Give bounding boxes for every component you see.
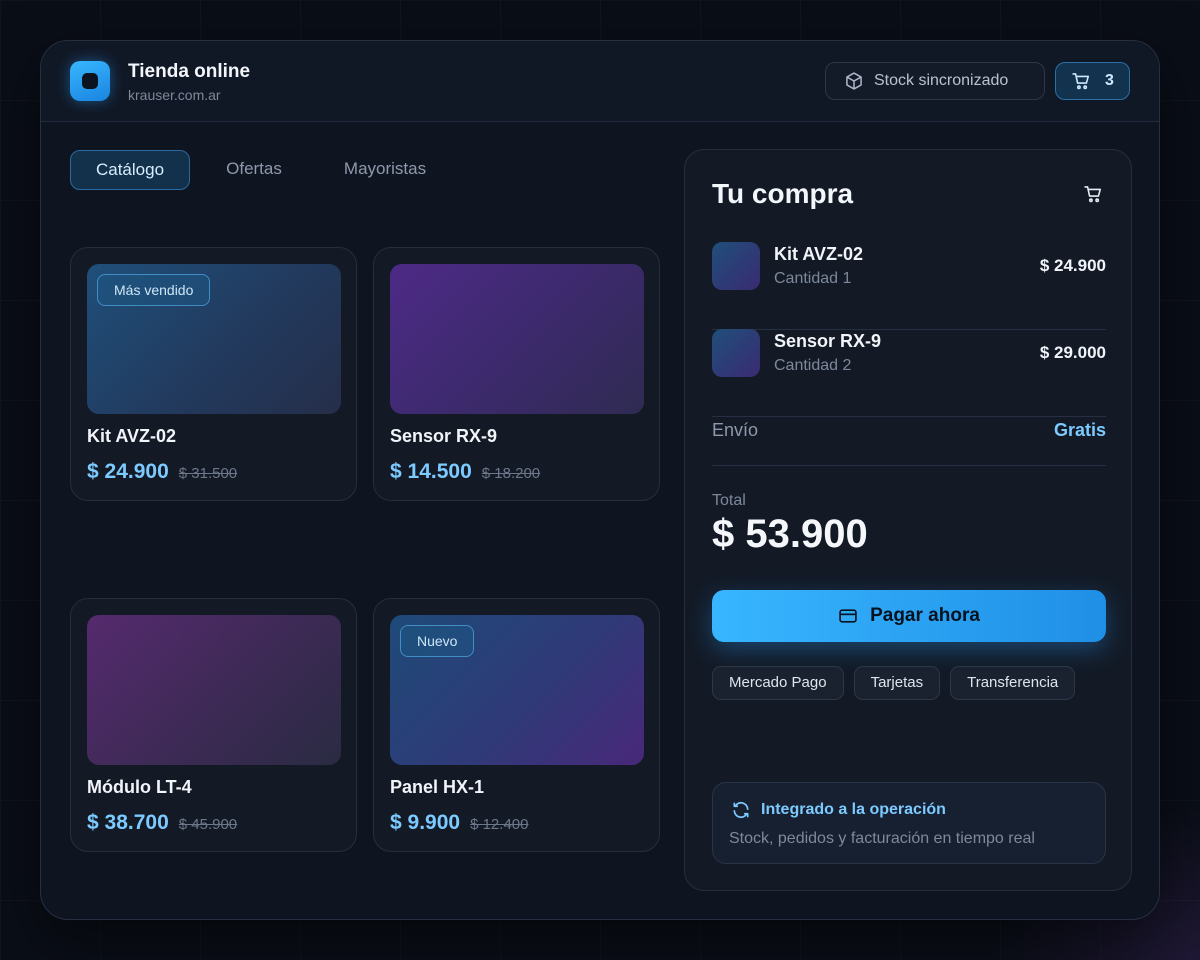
cart-line-item: Kit AVZ-02 Cantidad 1 $ 24.900 bbox=[712, 242, 1106, 330]
product-old-price: $ 31.500 bbox=[178, 465, 238, 482]
product-card[interactable]: Nuevo Panel HX-1 $ 9.900 $ 12.400 bbox=[373, 598, 660, 852]
sync-icon bbox=[731, 800, 751, 820]
tab-ofertas[interactable]: Ofertas bbox=[200, 150, 308, 190]
store-name: Tienda online bbox=[128, 61, 251, 82]
line-item-quantity: Cantidad 1 bbox=[774, 270, 852, 287]
product-image bbox=[87, 615, 341, 765]
cart-line-item: Sensor RX-9 Cantidad 2 $ 29.000 bbox=[712, 329, 1106, 417]
total-value: $ 53.900 bbox=[712, 512, 868, 556]
line-item-price: $ 24.900 bbox=[1039, 256, 1106, 275]
line-item-name: Sensor RX-9 bbox=[774, 331, 882, 351]
product-name: Panel HX-1 bbox=[390, 777, 485, 797]
product-name: Kit AVZ-02 bbox=[87, 426, 177, 446]
method-mercado-pago[interactable]: Mercado Pago bbox=[712, 666, 844, 700]
cart-panel: Tu compra Kit AVZ-02 Cantidad 1 $ 24.900… bbox=[684, 149, 1132, 891]
store-window: Tienda online krauser.com.ar Stock sincr… bbox=[40, 40, 1160, 920]
product-price: $ 38.700 bbox=[87, 811, 169, 834]
method-tarjetas[interactable]: Tarjetas bbox=[853, 666, 941, 700]
product-card[interactable]: Módulo LT-4 $ 38.700 $ 45.900 bbox=[70, 598, 357, 852]
integration-title: Integrado a la operación bbox=[761, 801, 946, 818]
cart-count: 3 bbox=[1105, 72, 1114, 89]
integration-description: Stock, pedidos y facturación en tiempo r… bbox=[729, 830, 1035, 847]
shipping-value: Gratis bbox=[1053, 420, 1106, 440]
product-old-price: $ 18.200 bbox=[481, 465, 541, 482]
pay-now-label: Pagar ahora bbox=[870, 605, 980, 626]
badge-best-seller: Más vendido bbox=[97, 274, 211, 306]
product-old-price: $ 45.900 bbox=[178, 816, 238, 833]
stock-status-button[interactable]: Stock sincronizado bbox=[825, 62, 1045, 100]
product-card[interactable]: Más vendido Kit AVZ-02 $ 24.900 $ 31.500 bbox=[70, 247, 357, 501]
total-label: Total bbox=[712, 492, 746, 509]
integration-notice: Integrado a la operación Stock, pedidos … bbox=[712, 782, 1106, 864]
product-name: Módulo LT-4 bbox=[87, 777, 192, 797]
line-item-thumbnail bbox=[712, 242, 760, 290]
shipping-row: Envío Gratis bbox=[712, 416, 1106, 466]
product-price: $ 24.900 bbox=[87, 460, 169, 483]
cart-button[interactable]: 3 bbox=[1055, 62, 1130, 100]
tab-mayoristas[interactable]: Mayoristas bbox=[320, 150, 450, 190]
pay-now-button[interactable]: Pagar ahora bbox=[712, 590, 1106, 642]
product-image: Más vendido bbox=[87, 264, 341, 414]
cart-icon bbox=[1071, 71, 1091, 91]
product-old-price: $ 12.400 bbox=[470, 816, 529, 833]
product-image: Nuevo bbox=[390, 615, 644, 765]
box-icon bbox=[844, 71, 864, 91]
tab-catalogo[interactable]: Catálogo bbox=[70, 150, 190, 190]
stock-label: Stock sincronizado bbox=[874, 72, 1009, 89]
badge-new: Nuevo bbox=[400, 625, 475, 657]
product-price: $ 9.900 bbox=[390, 811, 461, 834]
product-card[interactable]: Sensor RX-9 $ 14.500 $ 18.200 bbox=[373, 247, 660, 501]
credit-card-icon bbox=[838, 606, 858, 626]
product-name: Sensor RX-9 bbox=[390, 426, 498, 446]
line-item-quantity: Cantidad 2 bbox=[774, 357, 852, 374]
payment-methods: Mercado Pago Tarjetas Transferencia bbox=[712, 666, 1076, 700]
store-logo bbox=[70, 61, 110, 101]
cart-title: Tu compra bbox=[712, 178, 854, 209]
line-item-price: $ 29.000 bbox=[1039, 343, 1106, 362]
line-item-name: Kit AVZ-02 bbox=[774, 244, 864, 264]
store-domain: krauser.com.ar bbox=[128, 87, 221, 103]
product-price: $ 14.500 bbox=[390, 460, 472, 483]
cart-icon bbox=[1083, 184, 1103, 204]
product-image bbox=[390, 264, 644, 414]
header: Tienda online krauser.com.ar Stock sincr… bbox=[41, 41, 1159, 122]
method-transferencia[interactable]: Transferencia bbox=[950, 666, 1076, 700]
line-item-thumbnail bbox=[712, 329, 760, 377]
shipping-label: Envío bbox=[712, 420, 759, 440]
